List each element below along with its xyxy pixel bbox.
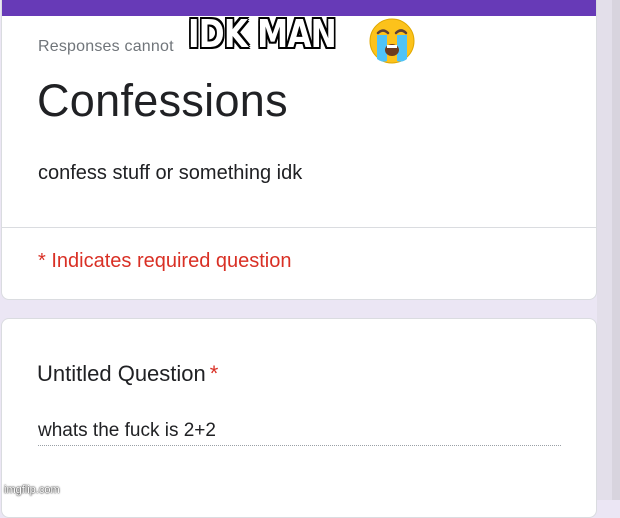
required-asterisk: * [209, 361, 219, 386]
responses-notice: Responses cannot [38, 38, 174, 55]
answer-field[interactable]: whats the fuck is 2+2 [38, 420, 216, 442]
loudly-crying-face-icon [369, 18, 415, 64]
question-title-text: Untitled Question [37, 361, 206, 386]
answer-field-underline [38, 445, 561, 446]
scrollbar[interactable] [612, 0, 620, 500]
required-question-note: * Indicates required question [38, 250, 292, 272]
form-title: Confessions [37, 75, 288, 126]
question-card: Untitled Question * whats the fuck is 2+2 [1, 318, 597, 518]
form-description: confess stuff or something idk [38, 162, 303, 184]
meme-caption: IDK MAN [188, 12, 337, 56]
question-title: Untitled Question * [37, 361, 218, 387]
imgflip-watermark: imgflip.com [4, 484, 60, 496]
header-divider [2, 227, 596, 228]
